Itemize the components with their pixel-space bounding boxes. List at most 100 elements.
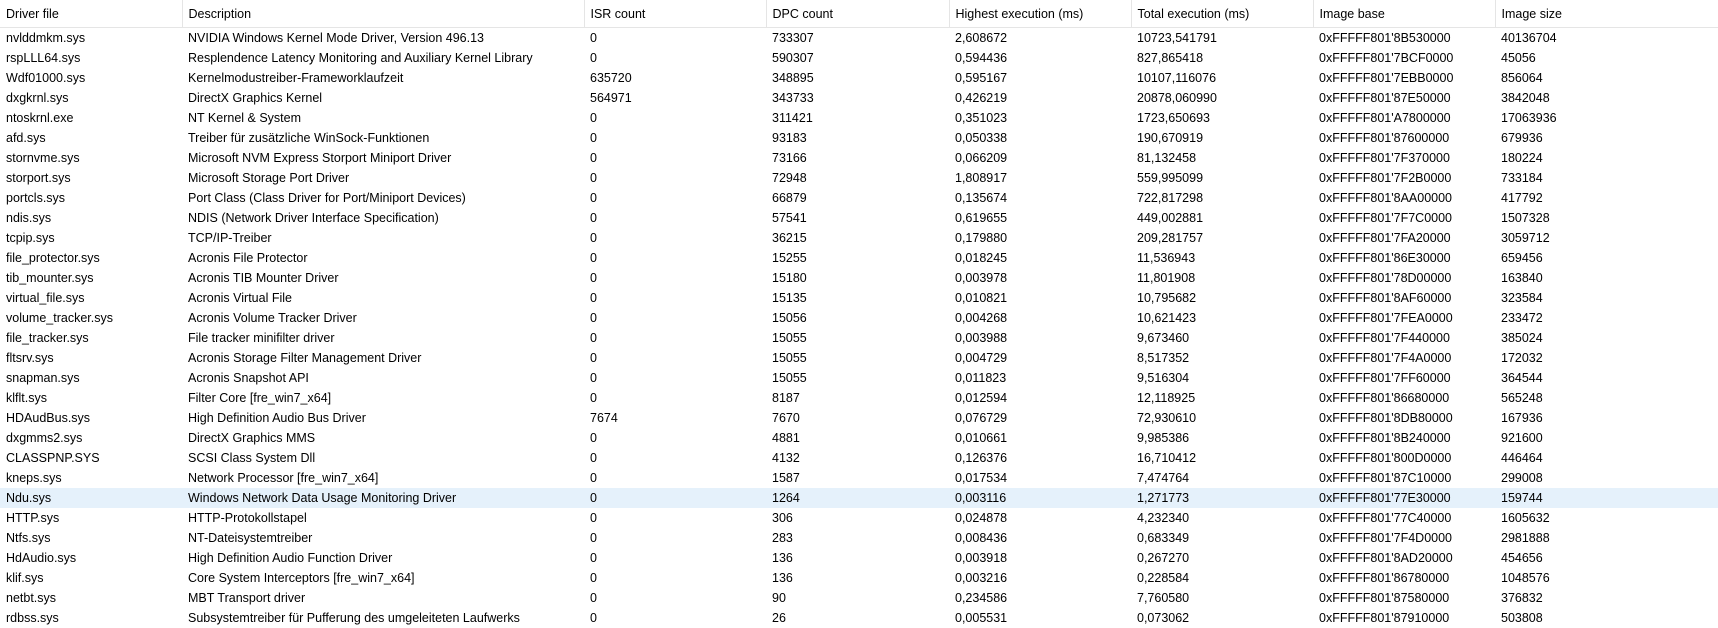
table-row[interactable]: HDAudBus.sys High Definition Audio Bus Dr…: [0, 408, 1718, 428]
highest-execution-cell: 0,179880: [955, 231, 1008, 245]
column-header-driver-file[interactable]: Driver file: [0, 0, 183, 28]
total-execution-cell: 9,673460: [1137, 331, 1190, 345]
column-header-dpc-count[interactable]: DPC count: [766, 0, 950, 28]
image-size-cell: 1507328: [1501, 211, 1550, 225]
table-row[interactable]: storport.sys Microsoft Storage Port Drive…: [0, 168, 1718, 188]
dpc-count-cell: 348895: [772, 71, 814, 85]
driver-file-cell: dxgmms2.sys: [6, 431, 83, 445]
table-row[interactable]: virtual_file.sys Acronis Virtual File 0 151…: [0, 288, 1718, 308]
table-row[interactable]: file_tracker.sys File tracker minifilter …: [0, 328, 1718, 348]
highest-execution-cell: 2,608672: [955, 31, 1008, 45]
highest-execution-cell: 0,008436: [955, 531, 1008, 545]
table-row[interactable]: klflt.sys Filter Core [fre_win7_x64] 0 8187…: [0, 388, 1718, 408]
column-header-total-execution[interactable]: Total execution (ms): [1131, 0, 1314, 28]
driver-file-cell: klif.sys: [6, 571, 44, 585]
total-execution-cell: 7,760580: [1137, 591, 1190, 605]
isr-count-cell: 0: [590, 251, 597, 265]
description-cell: SCSI Class System Dll: [188, 451, 316, 465]
total-execution-cell: 9,516304: [1137, 371, 1190, 385]
driver-file-cell: portcls.sys: [6, 191, 66, 205]
dpc-count-cell: 72948: [772, 171, 807, 185]
table-row[interactable]: dxgmms2.sys DirectX Graphics MMS 0 4881 0,01…: [0, 428, 1718, 448]
table-row[interactable]: klif.sys Core System Interceptors [fre_wi…: [0, 568, 1718, 588]
column-header-isr-count[interactable]: ISR count: [584, 0, 767, 28]
driver-list-view[interactable]: Driver file Description ISR count DPC co…: [0, 0, 1718, 628]
table-row[interactable]: file_protector.sys Acronis File Protector…: [0, 248, 1718, 268]
dpc-count-cell: 15180: [772, 271, 807, 285]
driver-file-cell: HDAudBus.sys: [6, 411, 91, 425]
highest-execution-cell: 0,351023: [955, 111, 1008, 125]
table-row[interactable]: HdAudio.sys High Definition Audio Functio…: [0, 548, 1718, 568]
dpc-count-cell: 93183: [772, 131, 807, 145]
image-size-cell: 163840: [1501, 271, 1543, 285]
image-size-cell: 733184: [1501, 171, 1543, 185]
table-row[interactable]: stornvme.sys Microsoft NVM Express Storpo…: [0, 148, 1718, 168]
description-cell: Network Processor [fre_win7_x64]: [188, 471, 379, 485]
description-cell: Core System Interceptors [fre_win7_x64]: [188, 571, 415, 585]
dpc-count-cell: 36215: [772, 231, 807, 245]
driver-rows: nvlddmkm.sys NVIDIA Windows Kernel Mode D…: [0, 28, 1718, 628]
highest-execution-cell: 0,018245: [955, 251, 1008, 265]
table-row[interactable]: afd.sys Treiber für zusätzliche WinSock-F…: [0, 128, 1718, 148]
table-row[interactable]: HTTP.sys HTTP-Protokollstapel 0 306 0,024878…: [0, 508, 1718, 528]
total-execution-cell: 0,683349: [1137, 531, 1190, 545]
image-size-cell: 1048576: [1501, 571, 1550, 585]
description-cell: Acronis Snapshot API: [188, 371, 309, 385]
dpc-count-cell: 733307: [772, 31, 814, 45]
highest-execution-cell: 0,003116: [949, 488, 1131, 508]
table-row[interactable]: kneps.sys Network Processor [fre_win7_x64…: [0, 468, 1718, 488]
description-cell: File tracker minifilter driver: [188, 331, 335, 345]
table-row[interactable]: snapman.sys Acronis Snapshot API 0 15055 0,0…: [0, 368, 1718, 388]
image-base-cell: 0xFFFFF801'800D0000: [1319, 451, 1452, 465]
driver-file-cell: fltsrv.sys: [6, 351, 54, 365]
image-size-cell: 3059712: [1501, 231, 1550, 245]
total-execution-cell: 10,795682: [1137, 291, 1197, 305]
description-cell: Resplendence Latency Monitoring and Auxi…: [188, 51, 533, 65]
total-execution-cell: 209,281757: [1137, 231, 1204, 245]
image-base-cell: 0xFFFFF801'7F7C0000: [1319, 211, 1452, 225]
driver-file-cell: HdAudio.sys: [6, 551, 77, 565]
column-header-image-size[interactable]: Image size: [1495, 0, 1718, 28]
table-row[interactable]: nvlddmkm.sys NVIDIA Windows Kernel Mode D…: [0, 28, 1718, 49]
column-header-description[interactable]: Description: [182, 0, 585, 28]
table-row[interactable]: volume_tracker.sys Acronis Volume Tracker…: [0, 308, 1718, 328]
total-execution-cell: 10,621423: [1137, 311, 1197, 325]
isr-count-cell: 0: [590, 51, 597, 65]
highest-execution-cell: 0,024878: [955, 511, 1008, 525]
table-row[interactable]: CLASSPNP.SYS SCSI Class System Dll 0 4132 0,…: [0, 448, 1718, 468]
table-row[interactable]: fltsrv.sys Acronis Storage Filter Managem…: [0, 348, 1718, 368]
total-execution-cell: 72,930610: [1137, 411, 1197, 425]
isr-count-cell: 0: [590, 131, 597, 145]
table-row[interactable]: rdbss.sys Subsystemtreiber für Pufferung …: [0, 608, 1718, 628]
description-cell: TCP/IP-Treiber: [188, 231, 272, 245]
table-row[interactable]: tib_mounter.sys Acronis TIB Mounter Drive…: [0, 268, 1718, 288]
table-row[interactable]: ndis.sys NDIS (Network Driver Interface S…: [0, 208, 1718, 228]
isr-count-cell: 0: [590, 591, 597, 605]
description-cell: Windows Network Data Usage Monitoring Dr…: [182, 488, 584, 508]
table-row[interactable]: Wdf01000.sys Kernelmodustreiber-Framework…: [0, 68, 1718, 88]
dpc-count-cell: 15056: [772, 311, 807, 325]
isr-count-cell: 0: [590, 431, 597, 445]
total-execution-cell: 0,073062: [1137, 611, 1190, 625]
dpc-count-cell: 590307: [772, 51, 814, 65]
dpc-count-cell: 15135: [772, 291, 807, 305]
table-row[interactable]: rspLLL64.sys Resplendence Latency Monitor…: [0, 48, 1718, 68]
table-row[interactable]: Ndu.sys Windows Network Data Usage Monito…: [0, 488, 1718, 508]
table-row[interactable]: tcpip.sys TCP/IP-Treiber 0 36215 0,179880 209…: [0, 228, 1718, 248]
total-execution-cell: 9,985386: [1137, 431, 1190, 445]
column-header-row: Driver file Description ISR count DPC co…: [0, 0, 1718, 28]
column-header-image-base[interactable]: Image base: [1313, 0, 1496, 28]
image-size-cell: 856064: [1501, 71, 1543, 85]
highest-execution-cell: 1,808917: [955, 171, 1008, 185]
table-row[interactable]: Ntfs.sys NT-Dateisystemtreiber 0 283 0,00843…: [0, 528, 1718, 548]
column-header-highest-execution[interactable]: Highest execution (ms): [949, 0, 1132, 28]
driver-file-cell: volume_tracker.sys: [6, 311, 113, 325]
image-size-cell: 679936: [1501, 131, 1543, 145]
table-row[interactable]: netbt.sys MBT Transport driver 0 90 0,234586…: [0, 588, 1718, 608]
highest-execution-cell: 0,234586: [955, 591, 1008, 605]
table-row[interactable]: dxgkrnl.sys DirectX Graphics Kernel 564971…: [0, 88, 1718, 108]
table-row[interactable]: portcls.sys Port Class (Class Driver for …: [0, 188, 1718, 208]
highest-execution-cell: 0,003918: [955, 551, 1008, 565]
description-cell: Acronis File Protector: [188, 251, 308, 265]
table-row[interactable]: ntoskrnl.exe NT Kernel & System 0 311421 0,3…: [0, 108, 1718, 128]
